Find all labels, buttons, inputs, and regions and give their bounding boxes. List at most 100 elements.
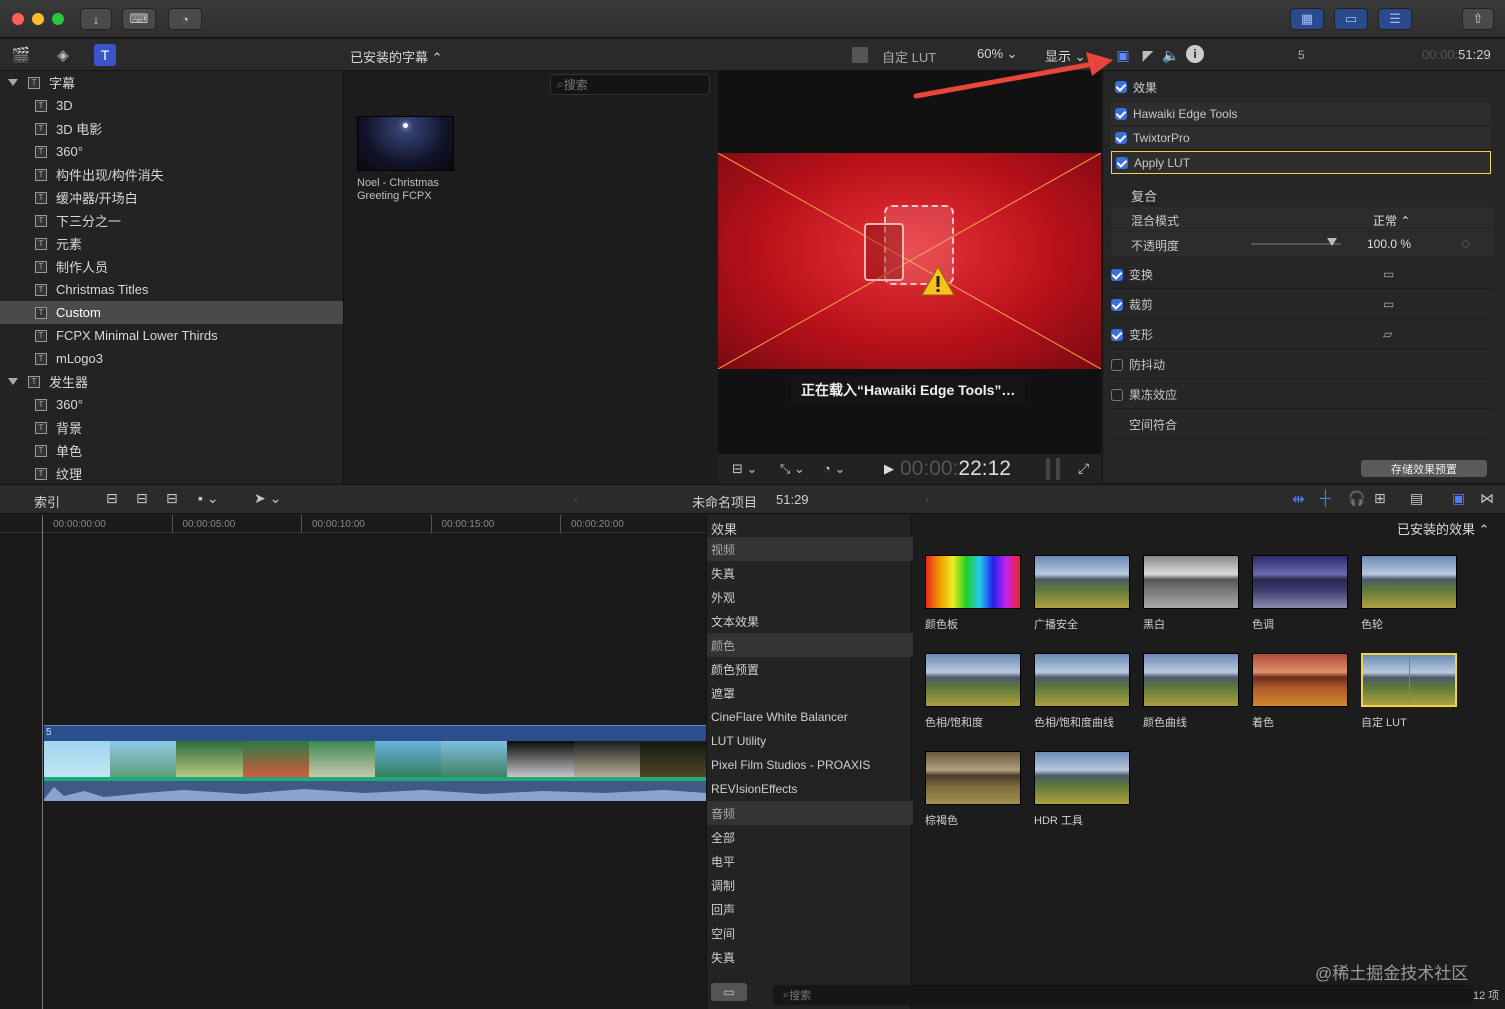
audio-waveform[interactable] [44, 781, 706, 801]
index-button[interactable]: 索引 [34, 492, 60, 511]
append-clip-icon[interactable]: ⊟ [166, 490, 178, 507]
onscreen-control-icon[interactable]: ▱ [1383, 327, 1392, 341]
inspector-section-row[interactable]: 果冻效应 [1111, 381, 1494, 409]
sidebar-item[interactable]: T 背景 [0, 416, 343, 439]
effects-category-item[interactable]: 电平 [707, 849, 913, 873]
snapping-icon[interactable]: ⊞ [1374, 490, 1386, 507]
skimming-icon[interactable]: ⇹ [1292, 490, 1305, 508]
sidebar-toggle-icon[interactable]: ▭ [711, 983, 747, 1001]
sidebar-item[interactable]: T 360° [0, 393, 343, 416]
effects-category-item[interactable]: 音频 [707, 801, 913, 825]
section-checkbox[interactable] [1111, 268, 1123, 281]
section-checkbox[interactable] [1111, 388, 1123, 401]
minimize-window-button[interactable] [32, 13, 44, 25]
effects-category-item[interactable]: 空间 [707, 921, 913, 945]
sidebar-item[interactable]: T 发生器 [0, 370, 343, 393]
retime-icon[interactable]: ◔ ⌄ [823, 461, 845, 477]
connect-clip-icon[interactable]: ⊟ [106, 490, 118, 507]
sidebar-item[interactable]: T 字幕 [0, 71, 343, 94]
background-tasks-button[interactable]: ◔ [168, 8, 202, 30]
libraries-icon[interactable]: 🎬 [10, 45, 32, 65]
effect-row[interactable]: TwixtorPro [1111, 127, 1491, 150]
play-icon[interactable]: ▶ [884, 461, 894, 477]
timeline[interactable]: 00:00:00:00 00:00:05:00 00:00:10:00 00:00:1… [0, 515, 706, 1009]
view-options-icon[interactable]: ⊟ ⌄ [732, 461, 757, 477]
disclosure-triangle-icon[interactable] [8, 79, 18, 86]
inspector-section-row[interactable]: 裁剪 ▭ [1111, 291, 1494, 319]
effect-thumbnail[interactable] [1252, 653, 1348, 707]
effects-category-item[interactable]: REVIsionEffects [707, 777, 913, 801]
effects-category-item[interactable]: Pixel Film Studios - PROAXIS [707, 753, 913, 777]
sidebar-item[interactable]: T FCPX Minimal Lower Thirds [0, 324, 343, 347]
audio-meter-icon[interactable] [1046, 458, 1060, 480]
close-window-button[interactable] [12, 13, 24, 25]
transitions-browser-icon[interactable]: ⋈ [1480, 490, 1494, 507]
clip-header[interactable]: 5 [44, 725, 706, 741]
clip-thumbnail[interactable] [357, 116, 454, 171]
section-checkbox[interactable] [1111, 298, 1123, 311]
viewer-frame[interactable] [718, 153, 1101, 369]
clip-title[interactable]: Noel - Christmas Greeting FCPX [357, 177, 439, 203]
browser-title[interactable]: 已安装的字幕 ⌃ [350, 47, 443, 66]
fullscreen-icon[interactable]: ⤢ [1078, 460, 1089, 477]
onscreen-control-icon[interactable]: ▭ [1383, 297, 1394, 311]
select-tool-icon[interactable]: ➤ ⌄ [254, 490, 281, 507]
effects-category-item[interactable]: LUT Utility [707, 729, 913, 753]
sidebar-item[interactable]: T 3D 电影 [0, 117, 343, 140]
sidebar-item[interactable]: T 360° [0, 140, 343, 163]
info-inspector-icon[interactable]: i [1186, 45, 1204, 63]
effect-thumbnail[interactable] [925, 555, 1021, 609]
zoom-window-button[interactable] [52, 13, 64, 25]
video-clip[interactable] [44, 741, 706, 781]
section-checkbox[interactable] [1111, 328, 1123, 341]
sidebar-item[interactable]: T Custom [0, 301, 343, 324]
opacity-slider-knob[interactable] [1327, 238, 1337, 246]
sidebar-item[interactable]: T 纹理 [0, 462, 343, 483]
inspector-section-row[interactable]: 空间符合 [1111, 411, 1494, 439]
effect-row[interactable]: Apply LUT [1111, 151, 1491, 174]
sidebar-item[interactable]: T 缓冲器/开场白 [0, 186, 343, 209]
playhead[interactable] [42, 517, 43, 1009]
sidebar-item[interactable]: T 单色 [0, 439, 343, 462]
disclosure-triangle-icon[interactable] [8, 378, 18, 385]
effects-category-item[interactable]: 回声 [707, 897, 913, 921]
effect-thumbnail[interactable] [1034, 751, 1130, 805]
sidebar-item[interactable]: T 元素 [0, 232, 343, 255]
opacity-value[interactable]: 100.0 % [1367, 237, 1411, 251]
inspector-section-row[interactable]: 变形 ▱ [1111, 321, 1494, 349]
overwrite-clip-icon[interactable]: ▪ ⌄ [198, 490, 219, 507]
inspector-section-row[interactable]: 变换 ▭ [1111, 261, 1494, 289]
effects-category-item[interactable]: 颜色 [707, 633, 913, 657]
color-inspector-icon[interactable]: ◤ [1138, 45, 1158, 65]
sidebar-item[interactable]: T 3D [0, 94, 343, 117]
effect-thumbnail[interactable] [1143, 555, 1239, 609]
browser-search-input[interactable]: ⌕ 搜索 [550, 74, 710, 95]
show-inspector-button[interactable]: ☰ [1378, 8, 1412, 30]
effect-thumbnail[interactable] [925, 751, 1021, 805]
back-arrow-icon[interactable]: ‹ [574, 492, 578, 506]
inspector-section-row[interactable]: 防抖动 [1111, 351, 1494, 379]
effects-category-item[interactable]: 失真 [707, 561, 913, 585]
audio-inspector-icon[interactable]: 🔈 [1161, 45, 1181, 65]
effects-section-header[interactable]: 效果 [1115, 75, 1498, 99]
show-timeline-button[interactable]: ▭ [1334, 8, 1368, 30]
transform-tool-icon[interactable]: ⤡ ⌄ [780, 461, 805, 477]
effects-category-item[interactable]: CineFlare White Balancer [707, 705, 913, 729]
section-checkbox[interactable] [1111, 358, 1123, 371]
effect-row[interactable]: Hawaiki Edge Tools [1111, 103, 1491, 126]
effect-checkbox[interactable] [1115, 108, 1127, 120]
import-button[interactable]: ↓ [80, 8, 112, 30]
clip-appearance-icon[interactable]: ▤ [1410, 490, 1423, 507]
effects-category-item[interactable]: 遮罩 [707, 681, 913, 705]
effects-category-item[interactable]: 失真 [707, 945, 913, 969]
effects-category-item[interactable]: 颜色预置 [707, 657, 913, 681]
sidebar-item[interactable]: T 制作人员 [0, 255, 343, 278]
effect-thumbnail[interactable] [1034, 653, 1130, 707]
effect-checkbox[interactable] [1116, 156, 1128, 169]
sidebar-item[interactable]: T Christmas Titles [0, 278, 343, 301]
effects-category-item[interactable]: 全部 [707, 825, 913, 849]
effect-thumbnail[interactable] [925, 653, 1021, 707]
sidebar-item[interactable]: T 下三分之一 [0, 209, 343, 232]
sidebar-item[interactable]: T 构件出现/构件消失 [0, 163, 343, 186]
installed-effects-dropdown[interactable]: 已安装的效果 ⌃ [1397, 519, 1490, 538]
